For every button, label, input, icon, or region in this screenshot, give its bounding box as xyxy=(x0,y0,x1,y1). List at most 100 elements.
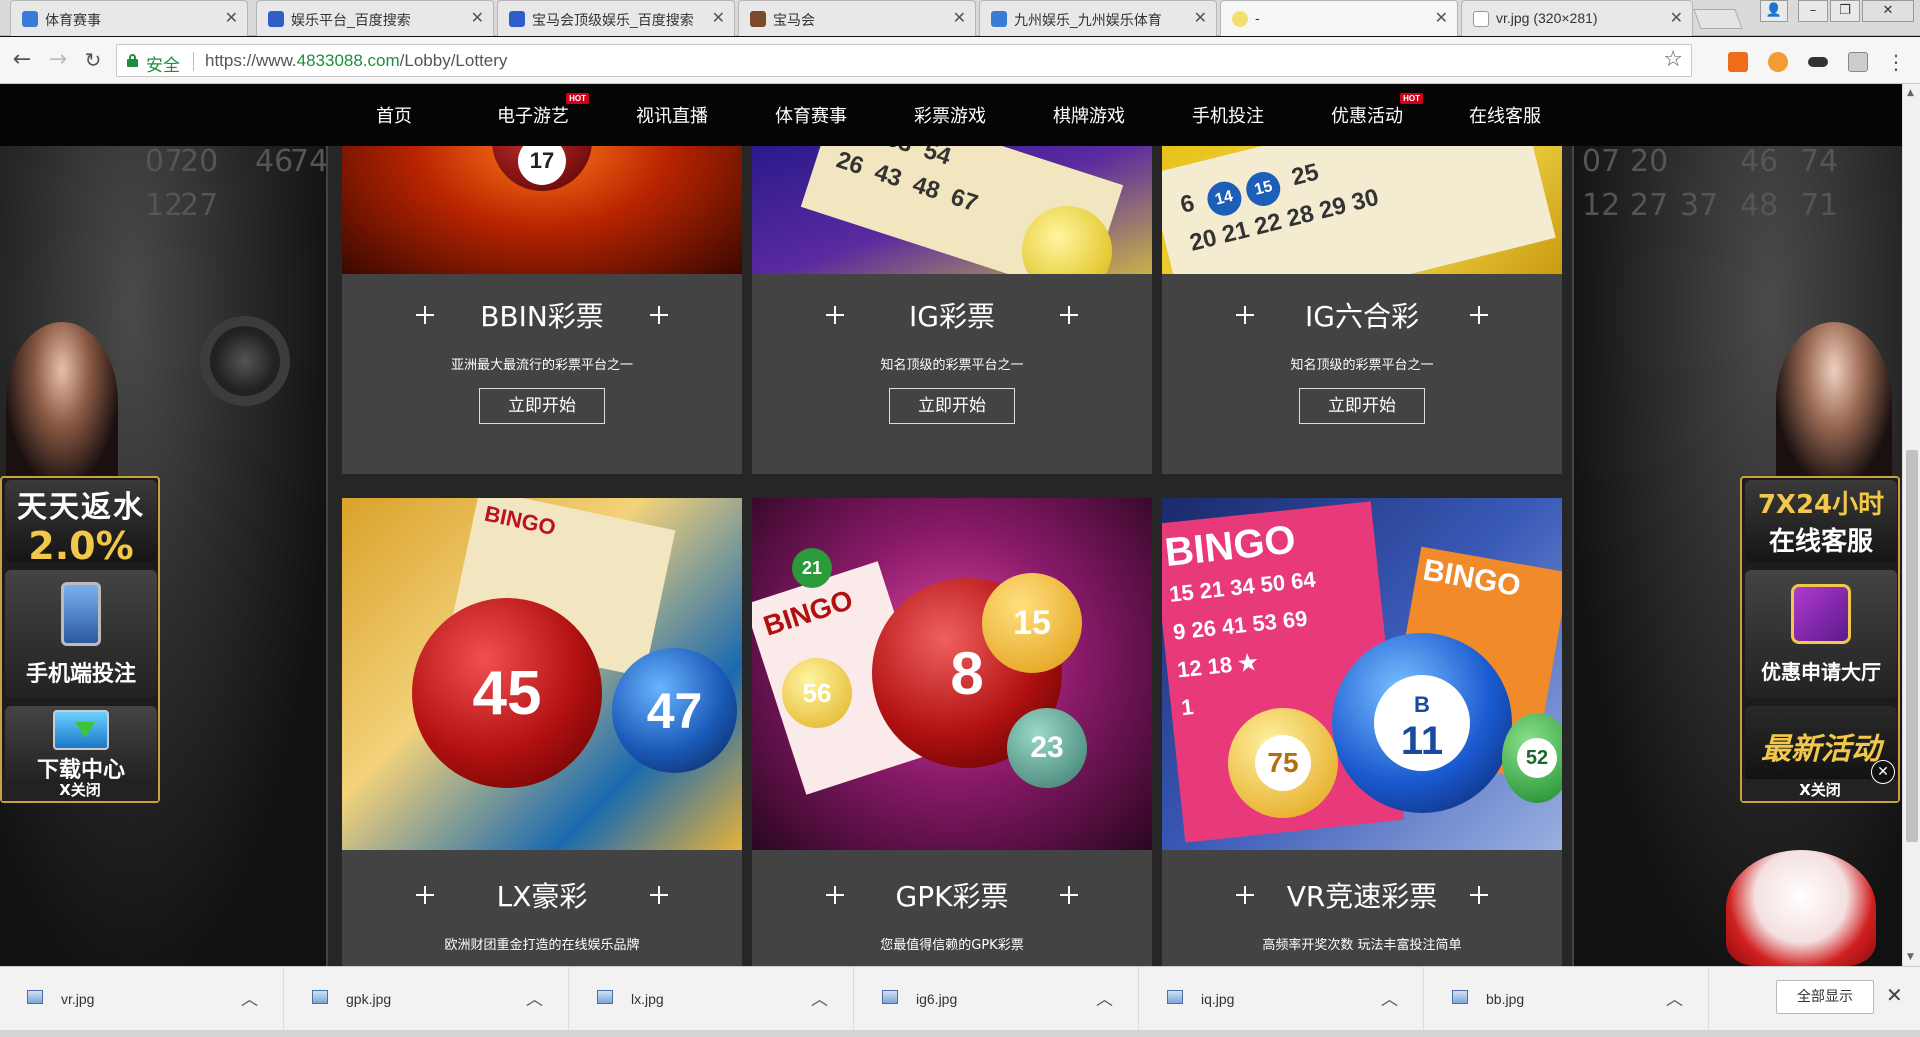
chevron-up-icon[interactable]: ︿ xyxy=(526,985,543,1010)
start-button[interactable]: 立即开始 xyxy=(889,388,1015,424)
browser-tab-active[interactable]: - ✕ xyxy=(1220,0,1458,36)
customer-service-box[interactable]: 7X24小时 在线客服 xyxy=(1745,480,1897,562)
secure-label: 安全 xyxy=(146,56,180,76)
download-item[interactable]: iq.jpg ︿ xyxy=(1140,967,1424,1031)
show-all-downloads-button[interactable]: 全部显示 xyxy=(1776,980,1874,1014)
back-arrow-icon[interactable]: ← xyxy=(9,47,35,73)
download-item[interactable]: ig6.jpg ︿ xyxy=(855,967,1139,1031)
browser-tab[interactable]: 娱乐平台_百度搜索 ✕ xyxy=(256,0,494,36)
lottery-ticket: 6 14 15 25 20 21 22 28 29 30 xyxy=(1162,146,1556,274)
minimize-button[interactable]: – xyxy=(1798,0,1828,22)
start-button[interactable]: 立即开始 xyxy=(1299,388,1425,424)
background-number: 46 xyxy=(255,144,294,179)
tab-close-icon[interactable]: ✕ xyxy=(712,8,725,27)
url-text[interactable]: https://www.4833088.com/Lobby/Lottery xyxy=(205,51,507,71)
tab-title: 宝马会顶级娱乐_百度搜索 xyxy=(532,12,694,28)
ticket-number: 33 xyxy=(882,146,916,158)
download-item[interactable]: lx.jpg ︿ xyxy=(570,967,854,1031)
image-file-icon xyxy=(597,990,613,1004)
glasses-extension-icon[interactable] xyxy=(1808,57,1828,67)
ornament-cross-icon xyxy=(1470,306,1488,324)
tab-close-icon[interactable]: ✕ xyxy=(1194,8,1207,27)
close-icon[interactable]: ✕ xyxy=(1871,760,1895,784)
card-description: 高频率开奖次数 玩法丰富投注简单 xyxy=(1262,938,1462,953)
lucky-cat-icon[interactable] xyxy=(1726,850,1876,966)
nav-item-customer-service[interactable]: 在线客服 xyxy=(1469,102,1541,128)
download-center-link[interactable]: 下载中心 xyxy=(5,706,157,783)
download-filename: iq.jpg xyxy=(1201,991,1235,1007)
download-item[interactable]: gpk.jpg ︿ xyxy=(285,967,569,1031)
background-number: 12 xyxy=(145,188,184,223)
close-panel-button[interactable]: X关闭 xyxy=(2,779,158,801)
scrollbar-thumb[interactable] xyxy=(1906,450,1918,842)
chevron-up-icon[interactable]: ︿ xyxy=(1096,985,1113,1010)
card-title: IG彩票 xyxy=(909,300,995,333)
chevron-up-icon[interactable]: ︿ xyxy=(1381,985,1398,1010)
baidu-favicon-icon xyxy=(268,11,284,27)
new-tab-button[interactable] xyxy=(1693,9,1743,29)
card-description: 知名顶级的彩票平台之一 xyxy=(1290,358,1434,373)
tab-close-icon[interactable]: ✕ xyxy=(953,8,966,27)
nav-item-promotions[interactable]: 优惠活动 HOT xyxy=(1331,93,1423,128)
download-filename: ig6.jpg xyxy=(916,991,958,1007)
nav-item-slots[interactable]: 电子游艺 HOT xyxy=(497,93,589,128)
close-panel-button[interactable]: X关闭 xyxy=(1742,779,1898,801)
address-bar[interactable]: 安全 https://www.4833088.com/Lobby/Lottery… xyxy=(116,44,1692,77)
extension-icon[interactable] xyxy=(1848,52,1868,72)
site-favicon-icon xyxy=(22,11,38,27)
nav-item-sports[interactable]: 体育赛事 xyxy=(775,102,847,128)
download-item[interactable]: vr.jpg ︿ xyxy=(0,967,284,1031)
page-scrollbar[interactable]: ▲ ▼ xyxy=(1902,84,1920,966)
mobile-betting-label: 手机端投注 xyxy=(25,662,136,687)
chevron-up-icon[interactable]: ︿ xyxy=(1666,985,1683,1010)
browser-tab[interactable]: vr.jpg (320×281) ✕ xyxy=(1461,0,1693,36)
scroll-down-arrow-icon[interactable]: ▼ xyxy=(1907,952,1914,962)
nav-item-lottery[interactable]: 彩票游戏 xyxy=(914,102,986,128)
card-description: 知名顶级的彩票平台之一 xyxy=(880,358,1024,373)
profile-icon[interactable]: 👤 xyxy=(1760,0,1788,22)
card-title: IG六合彩 xyxy=(1305,300,1419,333)
start-button[interactable]: 立即开始 xyxy=(479,388,605,424)
nav-item-home[interactable]: 首页 xyxy=(376,102,412,128)
tab-close-icon[interactable]: ✕ xyxy=(225,8,238,27)
browser-tab[interactable]: 宝马会顶级娱乐_百度搜索 ✕ xyxy=(497,0,735,36)
rebate-box[interactable]: 天天返水 2.0% xyxy=(5,480,157,566)
grid-number: 41 xyxy=(1220,612,1248,640)
scroll-up-arrow-icon[interactable]: ▲ xyxy=(1907,88,1914,98)
extension-icon[interactable] xyxy=(1728,52,1748,72)
restore-button[interactable]: ❐ xyxy=(1830,0,1860,22)
lottery-card-ig: 13 33 54 26 43 48 67 IG彩票 知名顶级的彩票平台之一 立即… xyxy=(752,146,1152,474)
tab-close-icon[interactable]: ✕ xyxy=(471,8,484,27)
close-shelf-icon[interactable]: ✕ xyxy=(1886,983,1903,1007)
page-viewport: 07 20 46 74 12 27 07 20 46 74 12 27 37 4… xyxy=(0,84,1902,966)
chevron-up-icon[interactable]: ︿ xyxy=(811,985,828,1010)
left-float-panel: 天天返水 2.0% 手机端投注 下载中心 X关闭 xyxy=(0,476,160,803)
yellow-ball-icon: 56 xyxy=(782,658,852,728)
nav-item-live-video[interactable]: 视讯直播 xyxy=(636,102,708,128)
browser-tab[interactable]: 宝马会 ✕ xyxy=(738,0,976,36)
mobile-betting-link[interactable]: 手机端投注 xyxy=(5,570,157,698)
card-description: 您最值得信赖的GPK彩票 xyxy=(880,938,1024,953)
lottery-card-lx: BINGO 45 47 LX豪彩 欧洲财团重金打造的在线娱乐品牌 xyxy=(342,498,742,966)
menu-dots-icon[interactable]: ⋮ xyxy=(1886,52,1906,72)
red-ball-icon: 45 xyxy=(412,598,602,788)
close-window-button[interactable]: ✕ xyxy=(1862,0,1914,22)
forward-arrow-icon[interactable]: → xyxy=(45,47,71,73)
browser-tab[interactable]: 九州娱乐_九州娱乐体育 ✕ xyxy=(979,0,1217,36)
background-number: 48 xyxy=(1740,188,1779,223)
tab-close-icon[interactable]: ✕ xyxy=(1435,8,1448,27)
site-favicon-icon xyxy=(991,11,1007,27)
reload-icon[interactable]: ↻ xyxy=(80,47,106,73)
nav-item-mobile-betting[interactable]: 手机投注 xyxy=(1192,102,1264,128)
nav-item-card-games[interactable]: 棋牌游戏 xyxy=(1053,102,1125,128)
extension-icon[interactable] xyxy=(1768,52,1788,72)
download-item[interactable]: bb.jpg ︿ xyxy=(1425,967,1709,1031)
chevron-up-icon[interactable]: ︿ xyxy=(241,985,258,1010)
ig-card-image: 13 33 54 26 43 48 67 xyxy=(752,146,1152,274)
bookmark-star-icon[interactable]: ☆ xyxy=(1663,47,1683,72)
nav-label: 视讯直播 xyxy=(636,106,708,127)
tab-close-icon[interactable]: ✕ xyxy=(1670,8,1683,27)
browser-tab[interactable]: 体育赛事 ✕ xyxy=(10,0,248,36)
ticket-number: 6 xyxy=(1177,189,1198,219)
promo-hall-link[interactable]: 优惠申请大厅 xyxy=(1745,570,1897,698)
